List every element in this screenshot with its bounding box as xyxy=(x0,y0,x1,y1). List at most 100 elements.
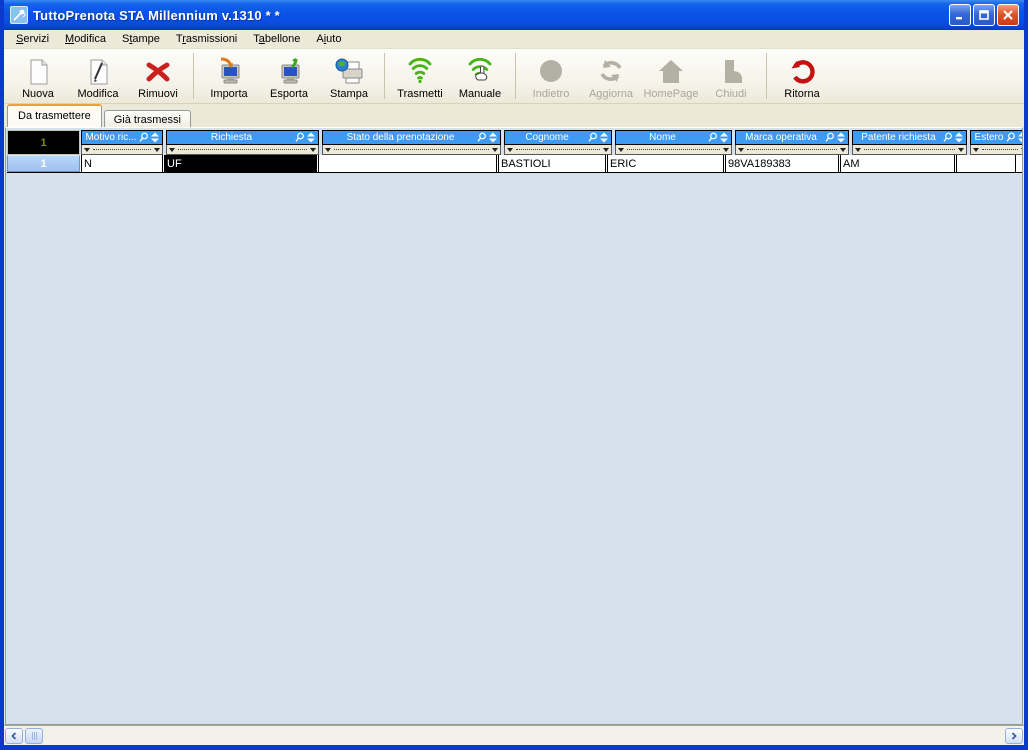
return-arrow-icon xyxy=(787,56,817,88)
menu-stampe[interactable]: Stampe xyxy=(114,31,168,47)
search-icon[interactable] xyxy=(476,132,487,143)
sort-icon[interactable] xyxy=(488,132,498,143)
filter-dropdown-icon[interactable] xyxy=(1021,148,1023,152)
modifica-button[interactable]: Modifica xyxy=(68,49,128,103)
back-circle-icon xyxy=(536,56,566,88)
esporta-button[interactable]: Esporta xyxy=(259,49,319,103)
filter-dots xyxy=(334,149,489,150)
minimize-button[interactable] xyxy=(949,4,971,26)
cell-estero[interactable] xyxy=(956,155,1016,172)
homepage-button: HomePage xyxy=(641,49,701,103)
import-computer-icon xyxy=(213,56,245,88)
filter-dropdown-icon[interactable] xyxy=(84,148,90,152)
menu-tabellone[interactable]: Tabellone xyxy=(245,31,308,47)
filter-dropdown-icon[interactable] xyxy=(492,148,498,152)
search-icon[interactable] xyxy=(707,132,718,143)
stampa-button[interactable]: Stampa xyxy=(319,49,379,103)
sort-icon[interactable] xyxy=(1017,132,1023,143)
toolbar-button-label: Manuale xyxy=(459,88,501,100)
cell-marca-operativa[interactable]: 98VA189383 xyxy=(725,155,839,172)
manuale-button[interactable]: Manuale xyxy=(450,49,510,103)
filter-dropdown-icon[interactable] xyxy=(855,148,861,152)
column-header[interactable]: Richiesta xyxy=(166,130,319,145)
nuova-button[interactable]: Nuova xyxy=(8,49,68,103)
menubar: ServiziModificaStampeTrasmissioniTabello… xyxy=(4,30,1024,49)
column-filter-row[interactable] xyxy=(735,145,849,155)
search-icon[interactable] xyxy=(942,132,953,143)
column-header[interactable]: Stato della prenotazione xyxy=(322,130,501,145)
cell-cognome[interactable]: BASTIOLI xyxy=(498,155,606,172)
table-row: 1NUF BASTIOLIERIC98VA189383AM xyxy=(7,155,1023,173)
filter-dropdown-icon[interactable] xyxy=(973,148,979,152)
column-filter-row[interactable] xyxy=(615,145,732,155)
importa-button[interactable]: Importa xyxy=(199,49,259,103)
column-filter-row[interactable] xyxy=(81,145,163,155)
toolbar-separator xyxy=(766,53,767,99)
filter-dropdown-icon[interactable] xyxy=(154,148,160,152)
sort-icon[interactable] xyxy=(954,132,964,143)
ritorna-button[interactable]: Ritorna xyxy=(772,49,832,103)
filter-dropdown-icon[interactable] xyxy=(618,148,624,152)
trasmetti-button[interactable]: Trasmetti xyxy=(390,49,450,103)
menu-trasmissioni[interactable]: Trasmissioni xyxy=(168,31,245,47)
cell-motivo-ric[interactable]: N xyxy=(81,155,163,172)
filter-dropdown-icon[interactable] xyxy=(738,148,744,152)
rimuovi-button[interactable]: Rimuovi xyxy=(128,49,188,103)
grid-corner-cell[interactable]: 1 xyxy=(7,130,80,155)
column-filter-row[interactable] xyxy=(322,145,501,155)
maximize-icon xyxy=(978,9,990,21)
column-filter-row[interactable] xyxy=(504,145,612,155)
column-filter-row[interactable] xyxy=(970,145,1023,155)
menu-aiuto[interactable]: Aiuto xyxy=(308,31,349,47)
search-icon[interactable] xyxy=(138,132,149,143)
toolbar-separator xyxy=(193,53,194,99)
aggiorna-button: Aggiorna xyxy=(581,49,641,103)
filter-dropdown-icon[interactable] xyxy=(325,148,331,152)
cell-richiesta[interactable]: UF xyxy=(164,155,317,172)
scroll-left-button[interactable] xyxy=(5,728,23,744)
close-icon xyxy=(1002,9,1014,21)
toolbar-button-label: Rimuovi xyxy=(138,88,178,100)
filter-dropdown-icon[interactable] xyxy=(723,148,729,152)
filter-dropdown-icon[interactable] xyxy=(169,148,175,152)
row-header[interactable]: 1 xyxy=(7,155,80,172)
column-header[interactable]: Estero xyxy=(970,130,1023,145)
close-button[interactable] xyxy=(997,4,1019,26)
cell-patente-richiesta[interactable]: AM xyxy=(840,155,955,172)
sort-icon[interactable] xyxy=(150,132,160,143)
filter-dots xyxy=(516,149,600,150)
sort-icon[interactable] xyxy=(306,132,316,143)
filter-dropdown-icon[interactable] xyxy=(310,148,316,152)
column-header[interactable]: Nome xyxy=(615,130,732,145)
search-icon[interactable] xyxy=(824,132,835,143)
cell-stato-della-prenotazione[interactable] xyxy=(318,155,497,172)
filter-dropdown-icon[interactable] xyxy=(507,148,513,152)
column-filter-row[interactable] xyxy=(166,145,319,155)
cell-nome[interactable]: ERIC xyxy=(607,155,724,172)
column-header[interactable]: Marca operativa xyxy=(735,130,849,145)
search-icon[interactable] xyxy=(1005,132,1016,143)
search-icon[interactable] xyxy=(294,132,305,143)
transmit-waves-icon xyxy=(405,56,435,88)
horizontal-scrollbar[interactable] xyxy=(4,725,1024,745)
column-header-label: Patente richiesta xyxy=(855,132,942,143)
column-filter-row[interactable] xyxy=(852,145,967,155)
menu-servizi[interactable]: Servizi xyxy=(8,31,57,47)
tab-da-trasmettere[interactable]: Da trasmettere xyxy=(7,104,102,127)
column-header[interactable]: Patente richiesta xyxy=(852,130,967,145)
scroll-thumb[interactable] xyxy=(25,728,43,744)
column-motivo-ric: Motivo ric... xyxy=(81,130,163,155)
sort-icon[interactable] xyxy=(719,132,729,143)
filter-dropdown-icon[interactable] xyxy=(840,148,846,152)
sort-icon[interactable] xyxy=(599,132,609,143)
scroll-right-button[interactable] xyxy=(1005,728,1023,744)
column-header[interactable]: Cognome xyxy=(504,130,612,145)
filter-dropdown-icon[interactable] xyxy=(958,148,964,152)
search-icon[interactable] xyxy=(587,132,598,143)
filter-dropdown-icon[interactable] xyxy=(603,148,609,152)
menu-modifica[interactable]: Modifica xyxy=(57,31,114,47)
sort-icon[interactable] xyxy=(836,132,846,143)
edit-page-icon xyxy=(83,56,113,88)
maximize-button[interactable] xyxy=(973,4,995,26)
column-header[interactable]: Motivo ric... xyxy=(81,130,163,145)
